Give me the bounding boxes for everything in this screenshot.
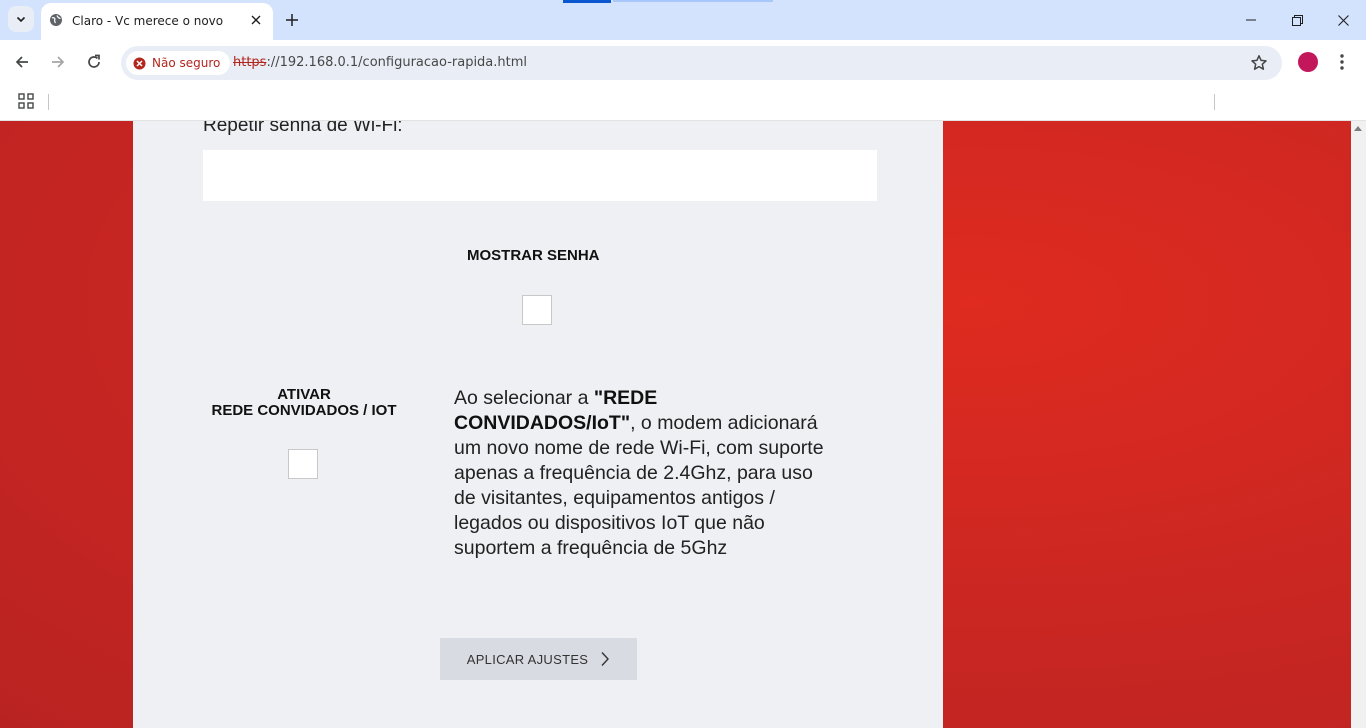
- restore-button[interactable]: [1287, 10, 1307, 30]
- tab-search-button[interactable]: [8, 6, 34, 32]
- tab-title: Claro - Vc merece o novo: [72, 14, 224, 28]
- close-window-button[interactable]: [1333, 10, 1353, 30]
- show-password-label: MOSTRAR SENHA: [467, 247, 600, 264]
- repeat-password-label: Repetir senha de Wi-Fi:: [203, 121, 403, 136]
- new-tab-button[interactable]: [283, 11, 301, 29]
- close-icon: [1337, 14, 1349, 26]
- globe-icon: [50, 14, 62, 26]
- reload-button[interactable]: [84, 52, 104, 72]
- scroll-up-arrow-icon[interactable]: [1354, 126, 1362, 131]
- forward-button[interactable]: [48, 52, 68, 72]
- restore-icon: [1291, 14, 1303, 26]
- kebab-menu-icon: [1340, 54, 1344, 70]
- guest-network-label-line2: REDE CONVIDADOS / IOT: [211, 402, 397, 419]
- show-password-checkbox[interactable]: [522, 295, 552, 325]
- profile-avatar[interactable]: [1298, 52, 1318, 72]
- apply-settings-label: APLICAR AJUSTES: [466, 651, 589, 667]
- warning-icon: [133, 57, 146, 69]
- tab-close-button[interactable]: [248, 12, 264, 28]
- security-chip-label: Não seguro: [152, 56, 221, 70]
- info-suffix: , o modem adicionará um novo nome de red…: [454, 412, 824, 559]
- page-scrollbar[interactable]: [1351, 121, 1366, 728]
- apply-settings-button[interactable]: APLICAR AJUSTES: [440, 638, 637, 680]
- tab-strip-indicator-track: [613, 0, 773, 2]
- forward-arrow-icon: [52, 56, 65, 68]
- address-bar[interactable]: Não seguro https://192.168.0.1/configura…: [121, 46, 1282, 80]
- back-button[interactable]: [12, 52, 32, 72]
- security-chip[interactable]: Não seguro: [126, 51, 231, 75]
- guest-network-checkbox[interactable]: [288, 449, 318, 479]
- apps-grid-icon[interactable]: [18, 93, 34, 109]
- repeat-password-input[interactable]: [203, 150, 877, 201]
- tab-strip: Claro - Vc merece o novo: [0, 0, 1366, 40]
- settings-panel: Repetir senha de Wi-Fi: MOSTRAR SENHA AT…: [133, 121, 943, 728]
- browser-menu-button[interactable]: [1334, 52, 1350, 72]
- star-icon[interactable]: [1250, 54, 1268, 72]
- bookmarks-separator: [48, 94, 49, 110]
- back-arrow-icon: [15, 56, 28, 68]
- chevron-right-icon: [601, 652, 610, 666]
- reload-icon: [88, 54, 100, 68]
- guest-network-label: ATIVAR REDE CONVIDADOS / IOT: [185, 387, 423, 419]
- url-scheme: https: [233, 55, 267, 70]
- plus-icon: [286, 14, 298, 26]
- minimize-icon: [1246, 19, 1256, 21]
- bookmarks-bar: [0, 86, 1366, 121]
- url-text[interactable]: https://192.168.0.1/configuracao-rapida.…: [233, 55, 527, 70]
- browser-toolbar: Não seguro https://192.168.0.1/configura…: [0, 40, 1366, 86]
- url-path: ://192.168.0.1/configuracao-rapida.html: [266, 55, 528, 70]
- minimize-button[interactable]: [1241, 10, 1261, 30]
- tab-strip-indicator: [563, 0, 611, 3]
- bookmarks-separator: [1214, 94, 1215, 110]
- page-viewport: Repetir senha de Wi-Fi: MOSTRAR SENHA AT…: [0, 121, 1351, 728]
- close-icon: [251, 15, 261, 25]
- chevron-down-icon: [16, 16, 26, 23]
- browser-tab[interactable]: Claro - Vc merece o novo: [41, 3, 273, 40]
- info-prefix: Ao selecionar a: [454, 387, 594, 409]
- guest-network-label-line1: ATIVAR: [277, 386, 331, 403]
- guest-network-info-text: Ao selecionar a "REDE CONVIDADOS/IoT", o…: [454, 386, 834, 561]
